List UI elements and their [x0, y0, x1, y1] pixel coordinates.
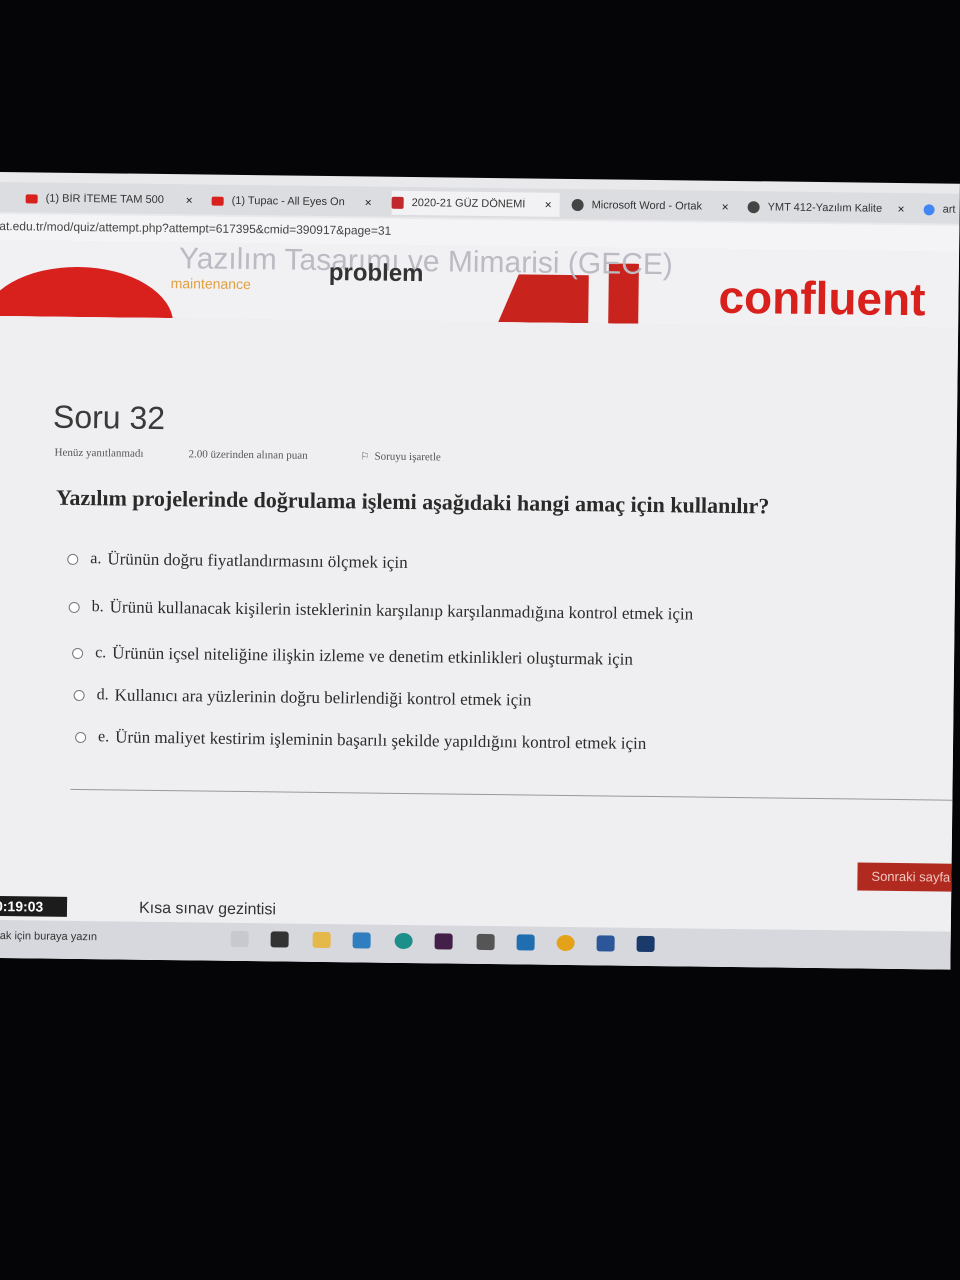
flag-icon: ⚐ [360, 450, 370, 463]
close-icon[interactable]: × [186, 193, 193, 207]
tab-title: (1) BİR İTEME TAM 500 [45, 192, 164, 207]
option-text: Ürünü kullanacak kişilerin isteklerinin … [109, 597, 694, 624]
svg-text:confluent: confluent [718, 271, 926, 326]
tab-ymt412[interactable]: YMT 412-Yazılım Kalite × [747, 195, 912, 221]
question-number: Soru 32 [52, 398, 166, 437]
tab-quiz-active[interactable]: 2020-21 GÜZ DÖNEMİ × [391, 190, 560, 217]
store-icon[interactable] [270, 931, 289, 948]
task-view-icon[interactable] [230, 930, 249, 948]
question-points: 2.00 üzerinden alınan puan [188, 448, 308, 462]
tab-title: Microsoft Word - Ortak [591, 199, 703, 213]
chrome-icon[interactable] [556, 934, 575, 952]
browser-window: (1) BİR İTEME TAM 500 × (1) Tupac - All … [0, 172, 960, 970]
globe-icon [747, 201, 760, 214]
onenote-icon[interactable] [476, 933, 495, 951]
radio-button[interactable] [67, 553, 79, 565]
option-text: Kullanıcı ara yüzlerinin doğru belirlend… [114, 685, 532, 710]
quiz-navigation-link[interactable]: Kısa sınav gezintisi [139, 900, 276, 920]
tab-youtube-2[interactable]: (1) Tupac - All Eyes On × [211, 189, 380, 215]
globe-icon [571, 198, 584, 212]
radio-button[interactable] [73, 689, 85, 701]
course-banner: Yazılım Tasarımı ve Mimarisi (GECE) conf… [0, 239, 960, 328]
flag-question-link[interactable]: ⚐ Soruyu işaretle [360, 450, 441, 464]
tab-title: (1) Tupac - All Eyes On [231, 194, 345, 209]
question-text: Yazılım projelerinde doğrulama işlemi aş… [55, 484, 770, 519]
answer-option-d[interactable]: d. Kullanıcı ara yüzlerinin doğru belirl… [73, 685, 532, 711]
quiz-timer: 0:19:03 [0, 895, 68, 917]
option-text: Ürünün içsel niteliğine ilişkin izleme v… [112, 643, 634, 669]
app-icon[interactable] [516, 934, 535, 951]
option-letter: e. [98, 728, 110, 746]
answer-option-a[interactable]: a. Ürünün doğru fiyatlandırmasını ölçmek… [67, 549, 408, 573]
close-icon[interactable]: × [722, 200, 729, 214]
moodle-icon [391, 196, 404, 209]
svg-text:problem: problem [329, 259, 424, 287]
publisher-icon[interactable] [636, 935, 655, 953]
google-icon [923, 203, 935, 215]
question-status: Henüz yanıtlanmadı [54, 446, 144, 460]
question-area: Soru 32 Henüz yanıtlanmadı 2.00 üzerinde… [0, 315, 960, 970]
tab-google[interactable]: art [923, 197, 959, 221]
youtube-icon [211, 196, 224, 206]
dreamweaver-icon[interactable] [434, 933, 453, 950]
mail-icon[interactable] [352, 932, 371, 949]
close-icon[interactable]: × [545, 198, 552, 212]
banner-graphic: Yazılım Tasarımı ve Mimarisi (GECE) conf… [0, 242, 926, 328]
file-explorer-icon[interactable] [312, 931, 331, 949]
radio-button[interactable] [68, 601, 80, 613]
answer-option-b[interactable]: b. Ürünü kullanacak kişilerin isteklerin… [68, 597, 694, 625]
option-letter: b. [91, 598, 104, 616]
close-icon[interactable]: × [898, 202, 905, 216]
next-page-button[interactable]: Sonraki sayfa [857, 862, 960, 893]
tab-title: 2020-21 GÜZ DÖNEMİ [411, 197, 526, 211]
option-letter: a. [90, 550, 102, 568]
url-text: at.edu.tr/mod/quiz/attempt.php?attempt=6… [0, 218, 392, 238]
answer-option-c[interactable]: c. Ürünün içsel niteliğine ilişkin izlem… [72, 643, 633, 670]
youtube-icon [25, 193, 38, 203]
option-text: Ürün maliyet kestirim işleminin başarılı… [115, 727, 647, 753]
radio-button[interactable] [72, 647, 84, 659]
edge-icon[interactable] [394, 932, 413, 950]
tab-title: art [942, 203, 956, 216]
tab-title: YMT 412-Yazılım Kalite [767, 201, 883, 215]
option-letter: c. [95, 644, 107, 662]
flag-label: Soruyu işaretle [374, 450, 441, 464]
divider [70, 788, 960, 801]
word-icon[interactable] [596, 935, 615, 952]
tab-youtube-1[interactable]: (1) BİR İTEME TAM 500 × [25, 186, 201, 212]
tab-word[interactable]: Microsoft Word - Ortak × [571, 193, 736, 219]
taskbar-search[interactable]: mak için buraya yazın [0, 930, 97, 943]
answer-option-e[interactable]: e. Ürün maliyet kestirim işleminin başar… [75, 727, 646, 754]
close-icon[interactable]: × [365, 195, 372, 209]
svg-text:maintenance: maintenance [171, 275, 252, 292]
radio-button[interactable] [75, 731, 87, 743]
option-text: Ürünün doğru fiyatlandırmasını ölçmek iç… [107, 549, 408, 573]
svg-text:Yazılım Tasarımı ve Mimarisi (: Yazılım Tasarımı ve Mimarisi (GECE) [179, 242, 673, 281]
option-letter: d. [96, 686, 109, 704]
